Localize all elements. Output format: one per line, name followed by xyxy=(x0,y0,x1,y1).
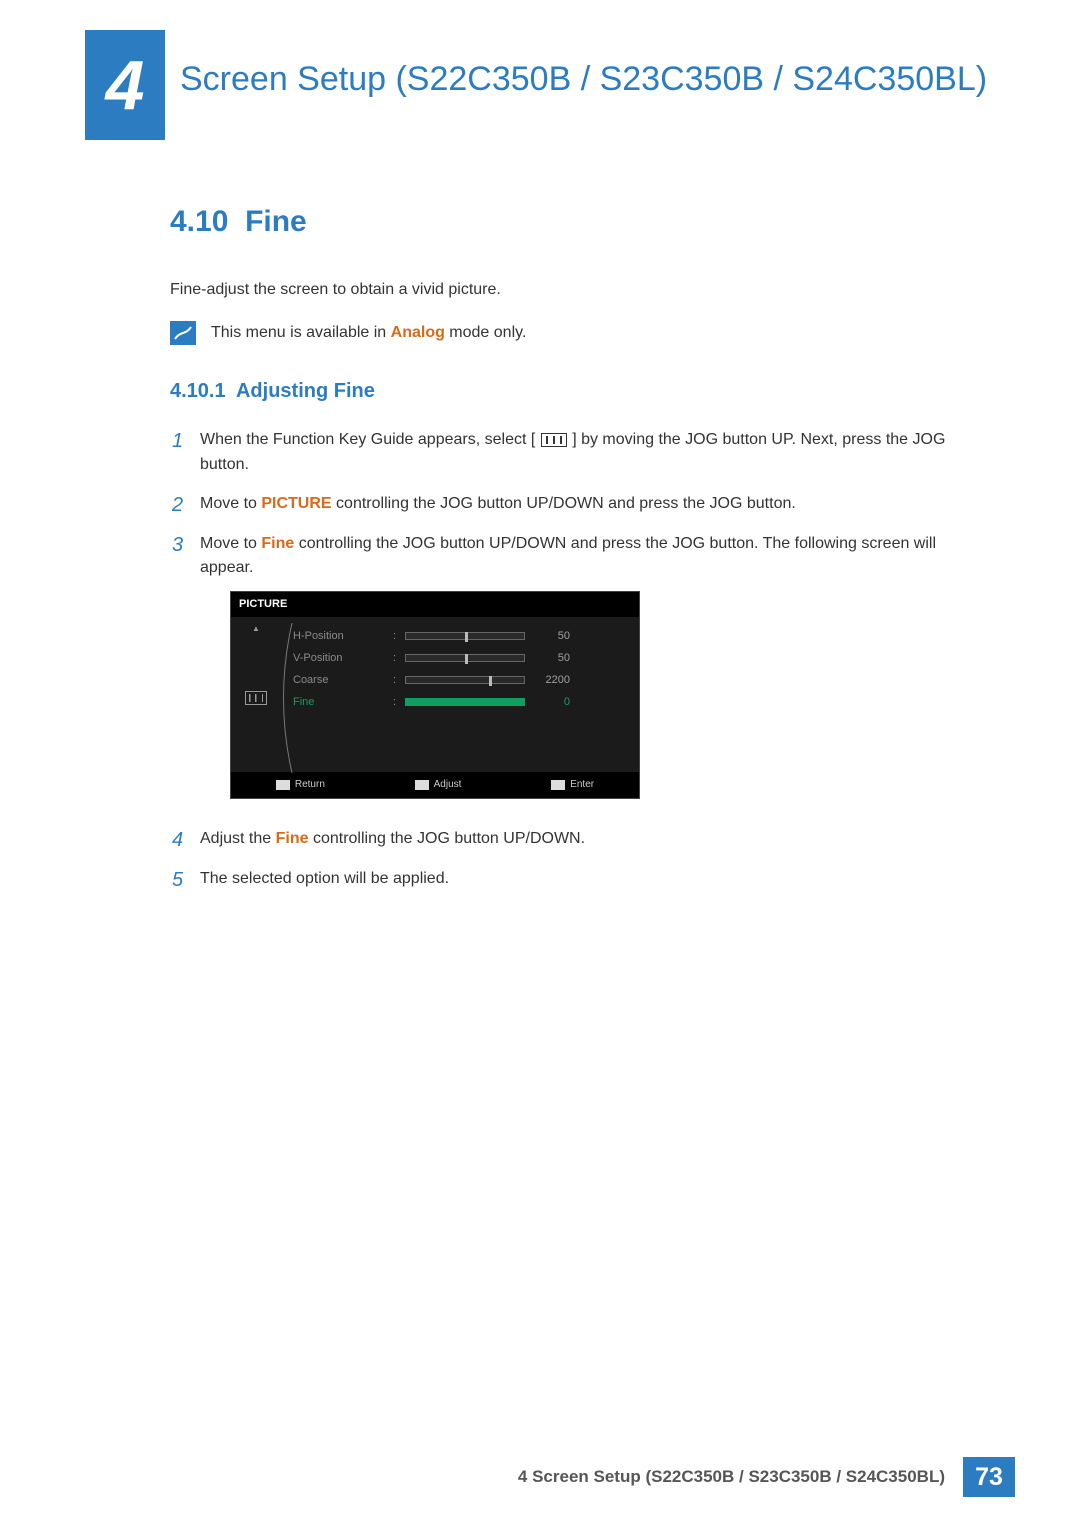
menu-icon xyxy=(245,691,267,705)
osd-footer-return: Return xyxy=(276,777,325,793)
osd-row-h-position: H-Position : 50 xyxy=(293,625,629,647)
osd-value: 2200 xyxy=(525,672,570,689)
step-text-bold: PICTURE xyxy=(261,495,331,512)
step-text-fragment: Adjust the xyxy=(200,830,276,847)
osd-label: H-Position xyxy=(293,628,393,645)
slider-knob-icon xyxy=(489,676,492,686)
step-text-fragment: controlling the JOG button UP/DOWN and p… xyxy=(200,535,936,577)
step-text: Move to PICTURE controlling the JOG butt… xyxy=(200,492,970,518)
step-number: 2 xyxy=(172,492,200,518)
osd-slider xyxy=(405,676,525,684)
slider-knob-icon xyxy=(465,654,468,664)
adjust-icon xyxy=(415,780,429,790)
content-area: 4.10 Fine Fine-adjust the screen to obta… xyxy=(0,140,1080,893)
osd-colon: : xyxy=(393,672,405,689)
step-1: 1 When the Function Key Guide appears, s… xyxy=(172,428,970,478)
step-text-fragment: controlling the JOG button UP/DOWN and p… xyxy=(332,495,796,512)
step-3: 3 Move to Fine controlling the JOG butto… xyxy=(172,532,970,813)
osd-bar-wrap: 50 xyxy=(405,628,629,645)
triangle-up-icon: ▲ xyxy=(252,623,260,635)
osd-body: ▲ H-Position : 50 xyxy=(231,617,639,772)
chapter-header: 4 Screen Setup (S22C350B / S23C350B / S2… xyxy=(0,0,1080,140)
step-text: When the Function Key Guide appears, sel… xyxy=(200,428,970,478)
osd-footer: Return Adjust Enter xyxy=(231,772,639,798)
step-number: 4 xyxy=(172,827,200,853)
osd-label-active: Fine xyxy=(293,694,393,711)
osd-colon: : xyxy=(393,694,405,711)
osd-colon: : xyxy=(393,628,405,645)
step-4: 4 Adjust the Fine controlling the JOG bu… xyxy=(172,827,970,853)
osd-row-fine: Fine : 0 xyxy=(293,691,629,713)
osd-label: Coarse xyxy=(293,672,393,689)
note-text: This menu is available in Analog mode on… xyxy=(211,324,526,342)
intro-text: Fine-adjust the screen to obtain a vivid… xyxy=(170,281,970,299)
footer-page-number: 73 xyxy=(963,1457,1015,1497)
bracket-left: [ xyxy=(531,431,540,448)
steps-list: 1 When the Function Key Guide appears, s… xyxy=(170,428,970,893)
osd-label: V-Position xyxy=(293,650,393,667)
osd-screenshot: PICTURE ▲ H-Position : xyxy=(230,591,640,799)
page-footer: 4 Screen Setup (S22C350B / S23C350B / S2… xyxy=(518,1457,1015,1497)
note-highlight: Analog xyxy=(391,324,445,341)
osd-row-v-position: V-Position : 50 xyxy=(293,647,629,669)
osd-slider xyxy=(405,632,525,640)
subsection-title: Adjusting Fine xyxy=(236,380,375,402)
osd-value-active: 0 xyxy=(525,694,570,711)
step-number: 5 xyxy=(172,867,200,893)
step-text-bold: Fine xyxy=(261,535,294,552)
osd-colon: : xyxy=(393,650,405,667)
return-icon xyxy=(276,780,290,790)
section-number: 4.10 xyxy=(170,205,228,238)
note-prefix: This menu is available in xyxy=(211,324,391,341)
step-number: 1 xyxy=(172,428,200,478)
step-text-fragment: Move to xyxy=(200,535,261,552)
step-5: 5 The selected option will be applied. xyxy=(172,867,970,893)
step-text-fragment: Move to xyxy=(200,495,261,512)
note-suffix: mode only. xyxy=(445,324,527,341)
step-text-bold: Fine xyxy=(276,830,309,847)
osd-bar-wrap: 50 xyxy=(405,650,629,667)
osd-footer-adjust: Adjust xyxy=(415,777,462,793)
footer-text: 4 Screen Setup (S22C350B / S23C350B / S2… xyxy=(518,1467,945,1487)
note-row: This menu is available in Analog mode on… xyxy=(170,321,970,345)
step-text: Move to Fine controlling the JOG button … xyxy=(200,532,970,813)
subsection-heading: 4.10.1 Adjusting Fine xyxy=(170,380,970,403)
chapter-number-box: 4 xyxy=(85,30,165,140)
step-text: The selected option will be applied. xyxy=(200,867,970,893)
osd-footer-enter: Enter xyxy=(551,777,594,793)
menu-icon xyxy=(541,433,567,447)
subsection-number: 4.10.1 xyxy=(170,380,226,402)
osd-bar-wrap: 2200 xyxy=(405,672,629,689)
osd-value: 50 xyxy=(525,628,570,645)
osd-footer-label: Return xyxy=(295,777,325,793)
chapter-title: Screen Setup (S22C350B / S23C350B / S24C… xyxy=(180,30,987,101)
section-heading: 4.10 Fine xyxy=(170,205,970,239)
note-icon xyxy=(170,321,196,345)
step-text: Adjust the Fine controlling the JOG butt… xyxy=(200,827,970,853)
section-title: Fine xyxy=(245,205,307,238)
osd-title: PICTURE xyxy=(231,592,639,617)
step-number: 3 xyxy=(172,532,200,813)
step-text-fragment: controlling the JOG button UP/DOWN. xyxy=(309,830,586,847)
enter-icon xyxy=(551,780,565,790)
bracket-right: ] xyxy=(568,431,577,448)
osd-rows: H-Position : 50 V-Position : xyxy=(281,621,639,772)
osd-bar-wrap: 0 xyxy=(405,694,629,711)
osd-footer-label: Adjust xyxy=(434,777,462,793)
osd-slider-active xyxy=(405,698,525,706)
osd-row-coarse: Coarse : 2200 xyxy=(293,669,629,691)
step-2: 2 Move to PICTURE controlling the JOG bu… xyxy=(172,492,970,518)
osd-value: 50 xyxy=(525,650,570,667)
osd-footer-label: Enter xyxy=(570,777,594,793)
step-text-fragment: When the Function Key Guide appears, sel… xyxy=(200,431,531,448)
slider-knob-icon xyxy=(465,632,468,642)
osd-slider xyxy=(405,654,525,662)
osd-left-column: ▲ xyxy=(231,621,281,772)
